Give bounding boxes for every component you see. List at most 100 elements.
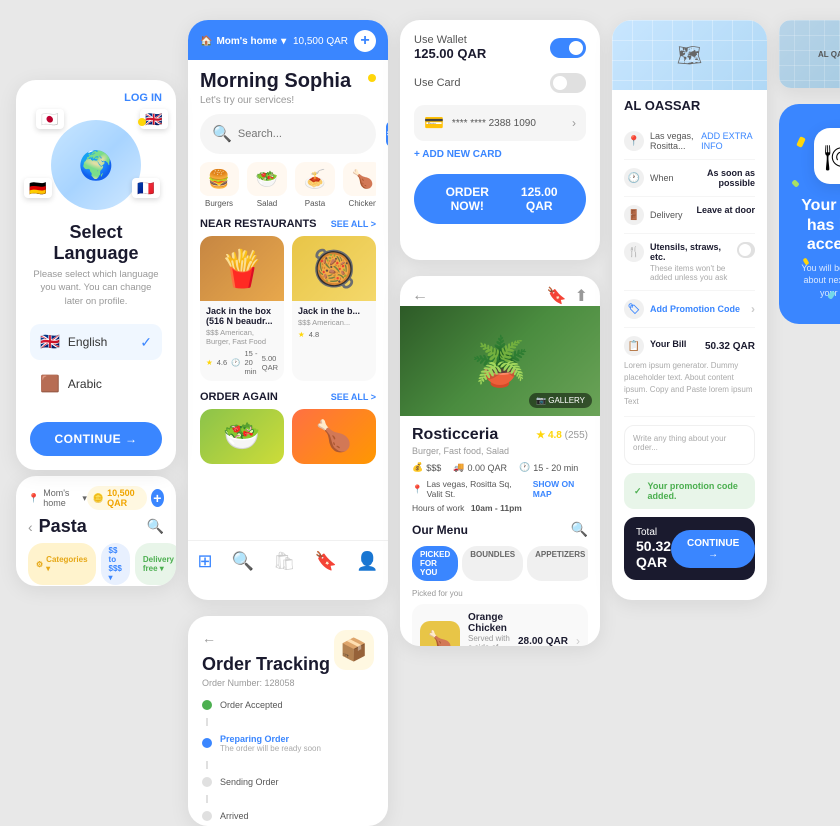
category-pasta[interactable]: 🍝 Pasta	[296, 162, 334, 208]
add-button[interactable]: +	[354, 30, 376, 52]
order-tracking-screen: ← 📦 Order Tracking Order Number: 128058 …	[188, 616, 388, 826]
category-chicken[interactable]: 🍗 Chicken	[344, 162, 376, 208]
language-option-arabic[interactable]: 🟫 Arabic	[30, 366, 162, 402]
log-in-link[interactable]: LOG IN	[16, 80, 176, 104]
restaurant-name-2: Jack in the b...	[298, 306, 370, 316]
chicken-emoji: 🍗	[343, 162, 376, 196]
language-options: 🇬🇧 English ✓ 🟫 Arabic	[16, 318, 176, 414]
add-balance-button[interactable]: +	[151, 489, 164, 507]
filter-categories[interactable]: ⚙ Categories ▾	[28, 543, 96, 585]
tab-appetizers[interactable]: APPETIZERS	[527, 546, 588, 581]
menu-title: Our Menu	[412, 523, 468, 537]
bookmark-nav-icon[interactable]: 🔖	[315, 551, 337, 572]
restaurant-card-2[interactable]: 🥘 Jack in the b... $$$ American... ★ 4.8	[292, 236, 376, 381]
main-app-screen: 🏠 Mom's home ▾ 10,500 QAR + Morning Soph…	[188, 20, 388, 600]
step-preparing-label: Preparing Order	[220, 734, 321, 744]
card-info-row[interactable]: 💳 **** **** 2388 1090 ›	[414, 105, 586, 141]
step-preparing-info: Preparing Order The order will be ready …	[220, 734, 321, 753]
wallet-toggle[interactable]	[550, 38, 586, 58]
add-extra-info[interactable]: ADD EXTRA INFO	[701, 131, 755, 151]
clock-icon: 🕐	[231, 358, 240, 367]
order-again-list: 🥗 🍗	[200, 409, 376, 464]
pasta-emoji: 🍝	[295, 162, 335, 196]
show-on-map[interactable]: SHOW ON MAP	[533, 479, 588, 499]
location-pill[interactable]: 📍 Mom's home ▾	[28, 488, 87, 508]
profile-nav-icon[interactable]: 👤	[356, 551, 378, 572]
location-info: 📍 Las vegas, Rositta...	[624, 131, 701, 151]
clock-icon-circle: 🕐	[624, 168, 644, 188]
share-icon[interactable]: ⬆	[575, 286, 588, 306]
order-notes[interactable]: Write any thing about your order...	[624, 425, 755, 465]
order-again-card-2[interactable]: 🍗	[292, 409, 376, 464]
clock-icon: 🕐	[519, 462, 530, 473]
promo-row: 🏷 Add Promotion Code ›	[624, 291, 755, 328]
restaurant-card-1[interactable]: 🍟 Jack in the box (516 N beaudr... $$$ A…	[200, 236, 284, 381]
order-again-see-all[interactable]: SEE ALL >	[331, 392, 376, 402]
filter-price[interactable]: $$ to $$$ ▾	[101, 543, 130, 585]
check-icon: ✓	[140, 334, 152, 351]
back-icon[interactable]: ←	[412, 287, 428, 305]
step-done-dot	[202, 700, 212, 710]
notification-dot[interactable]	[368, 74, 376, 82]
step-sending: Sending Order	[202, 777, 374, 787]
tracking-steps: Order Accepted Preparing Order The order…	[202, 700, 374, 826]
step-sending-label: Sending Order	[220, 777, 279, 787]
order-again-card-1[interactable]: 🥗	[200, 409, 284, 464]
bookmark-icon[interactable]: 🔖	[547, 286, 567, 306]
restaurant-rating-2: 4.8	[309, 330, 319, 339]
search-input[interactable]	[238, 128, 380, 140]
restaurant-meta-1: ★ 4.6 🕐 15 - 20 min 5.00 QAR	[206, 349, 278, 376]
menu-item-name: Orange Chicken	[468, 612, 510, 634]
bottom-navigation: ⊞ 🔍 🛍 🔖 👤	[188, 540, 388, 582]
add-new-card[interactable]: + ADD NEW CARD	[414, 149, 586, 160]
language-option-english[interactable]: 🇬🇧 English ✓	[30, 324, 162, 360]
card-toggle[interactable]	[550, 73, 586, 93]
language-subtitle: Please select which language you want. Y…	[16, 268, 176, 318]
back-arrow-icon[interactable]: ‹	[28, 519, 33, 535]
order-now-button[interactable]: ORDER NOW! 125.00 QAR	[414, 174, 586, 224]
promo-success-message: ✓ Your promotion code added.	[624, 473, 755, 509]
pasta-title: Pasta	[39, 516, 87, 537]
tab-boundles[interactable]: BOUNDLES	[462, 546, 523, 581]
wallet-amount: 125.00 QAR	[414, 46, 486, 61]
utensils-toggle[interactable]	[737, 242, 755, 258]
search-icon[interactable]: 🔍	[147, 518, 164, 535]
bag-nav-icon[interactable]: 🛍	[273, 551, 296, 572]
rest-detail-nav: ← 🔖 ⬆	[400, 276, 600, 306]
search-bar[interactable]: 🔍 ⚙	[200, 114, 376, 154]
menu-search-icon[interactable]: 🔍	[571, 521, 588, 538]
restaurant-rating-1: 4.6	[217, 358, 227, 367]
filter-icon-button[interactable]: ⚙	[386, 121, 388, 147]
bill-description: Lorem ipsum generator. Dummy placeholder…	[624, 360, 755, 408]
restaurant-info-2: Jack in the b... $$$ American... ★ 4.8	[292, 301, 376, 344]
promo-icon-circle: 🏷	[624, 299, 644, 319]
location-button[interactable]: 🏠 Mom's home ▾	[200, 36, 286, 47]
meta-price: 💰 $$$	[412, 462, 441, 473]
promo-label[interactable]: Add Promotion Code	[650, 304, 740, 314]
continue-button[interactable]: CONTINUE →	[30, 422, 162, 456]
category-salad[interactable]: 🥗 Salad	[248, 162, 286, 208]
hours-of-work: Hours of work 10am - 11pm	[412, 503, 588, 513]
filter-delivery[interactable]: Delivery free ▾	[135, 543, 176, 585]
restaurant-name-1: Jack in the box (516 N beaudr...	[206, 306, 278, 326]
step-connector	[206, 795, 208, 803]
pasta-title-row: ‹ Pasta 🔍	[28, 516, 164, 537]
search-nav-icon[interactable]: 🔍	[232, 551, 254, 572]
gallery-badge[interactable]: 📷 GALLERY	[529, 393, 592, 408]
menu-item-info: Orange Chicken Served with a side of Ste…	[468, 612, 510, 646]
order-details-screen: 🗺 AL OASSAR 📍 Las vegas, Rositta... ADD …	[612, 20, 767, 600]
tab-picked-for-you[interactable]: PICKED FOR YOU	[412, 546, 458, 581]
category-burgers[interactable]: 🍔 Burgers	[200, 162, 238, 208]
step-active-dot	[202, 738, 212, 748]
near-see-all[interactable]: SEE ALL >	[331, 219, 376, 229]
home-nav-icon[interactable]: ⊞	[197, 551, 212, 572]
filter-pills: ⚙ Categories ▾ $$ to $$$ ▾ Delivery free…	[28, 543, 164, 585]
order-number: Order Number: 128058	[202, 678, 374, 688]
step-arrived-label: Arrived	[220, 811, 249, 821]
meta-delivery: 🚚 0.00 QAR	[453, 462, 507, 473]
step-pending-dot	[202, 811, 212, 821]
decorative-dot	[138, 118, 146, 126]
language-select-screen: LOG IN 🌍 🇯🇵 🇬🇧 🇩🇪 🇫🇷 Select Language Ple…	[16, 80, 176, 470]
payment-screen: Use Wallet 125.00 QAR Use Card 💳 **** **…	[400, 20, 600, 260]
continue-button[interactable]: CONTINUE →	[671, 530, 755, 568]
